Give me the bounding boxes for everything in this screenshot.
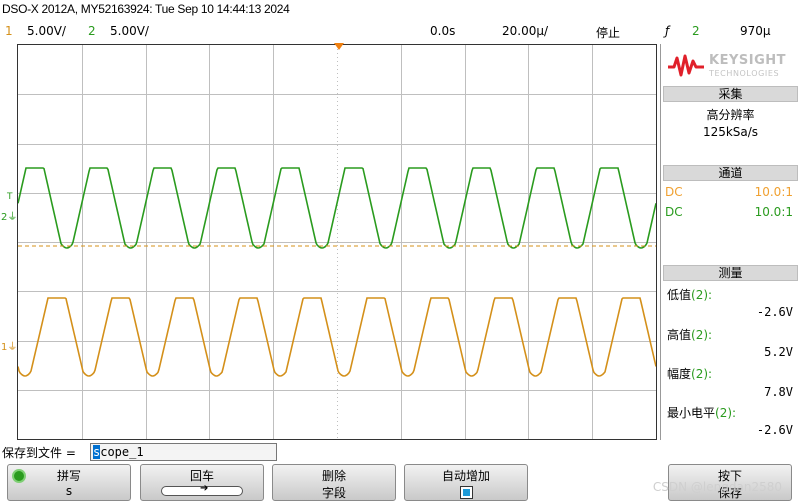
channels-header: 通道 <box>663 165 798 181</box>
keysight-wave-icon <box>668 54 704 77</box>
graticule <box>18 45 656 439</box>
measure-label-minlevel: 最小电平(2): <box>667 406 737 420</box>
acquire-header: 采集 <box>663 86 798 102</box>
ch1-number: 1 <box>5 24 13 38</box>
ch2-scale: 5.00V/ <box>110 24 149 38</box>
trigger-source: 2 <box>692 24 700 38</box>
auto-increment-softkey[interactable]: 自动增加 <box>404 464 528 501</box>
watermark: CSDN @lengdan2580 <box>652 480 782 494</box>
brand-sub: TECHNOLOGIES <box>709 69 780 78</box>
waveform-svg <box>17 45 657 439</box>
ch2-waveform <box>17 167 657 249</box>
run-state: 停止 <box>596 26 621 40</box>
measure-label-min: 低值(2): <box>667 288 713 302</box>
spell-label: 拼写 <box>56 469 81 483</box>
measure-value-min: -2.6V <box>756 305 793 319</box>
ch2-coupling: DC <box>665 205 683 219</box>
ch1-ground-marker[interactable]: 1⏚ <box>1 338 17 353</box>
trigger-edge-icon: ƒ <box>665 24 670 38</box>
side-panel: KEYSIGHT TECHNOLOGIES 采集 高分辨率 125kSa/s 通… <box>660 44 799 440</box>
filename-text: cope_1 <box>100 445 144 459</box>
auto-increment-label: 自动增加 <box>441 469 490 483</box>
delete-label: 删除 <box>321 469 346 483</box>
measure-value-amplitude: 7.8V <box>764 385 793 399</box>
filename-field[interactable]: scope_1 <box>90 443 277 461</box>
save-to-file-label: 保存到文件 = <box>2 446 76 460</box>
trigger-level-marker[interactable]: T <box>7 192 13 202</box>
enter-softkey[interactable]: 回车 ➔ <box>140 464 264 501</box>
measure-label-max: 高值(2): <box>667 328 713 342</box>
acquire-mode: 高分辨率 <box>706 108 755 122</box>
enter-label: 回车 <box>189 469 214 483</box>
spell-softkey[interactable]: 拼写 s <box>7 464 131 501</box>
ch1-probe: 10.0:1 <box>754 185 793 199</box>
spell-value: s <box>65 484 73 498</box>
window-title: DSO-X 2012A, MY52163924: Tue Sep 10 14:4… <box>2 2 290 16</box>
waveform-display[interactable] <box>17 43 657 440</box>
enter-arrow-icon: ➔ <box>161 483 243 496</box>
time-offset: 0.0s <box>430 24 456 38</box>
ch2-probe: 10.0:1 <box>754 205 793 219</box>
ground-icon: ⏚ <box>7 342 18 353</box>
time-scale: 20.00µ/ <box>502 24 549 38</box>
keysight-logo: KEYSIGHT TECHNOLOGIES <box>667 50 795 82</box>
sample-rate: 125kSa/s <box>702 125 759 139</box>
delete-field-softkey[interactable]: 删除 字段 <box>272 464 396 501</box>
measure-value-max: 5.2V <box>764 345 793 359</box>
ground-icon: ⏚ <box>7 212 18 223</box>
trigger-level: 970µ <box>740 24 771 38</box>
auto-increment-checkbox[interactable] <box>460 486 473 499</box>
ch2-ground-marker[interactable]: 2⏚ <box>1 208 17 223</box>
measure-label-amplitude: 幅度(2): <box>667 367 713 381</box>
status-bar: 1 5.00V/ 2 5.00V/ 0.0s 20.00µ/ 停止 ƒ 2 97… <box>0 22 800 42</box>
brand-name: KEYSIGHT <box>709 53 786 68</box>
ch1-coupling: DC <box>665 185 683 199</box>
softkey-bar: 保存到文件 = scope_1 拼写 s 回车 ➔ 删除 字段 自动增加 按下 … <box>0 443 800 503</box>
ch1-scale: 5.00V/ <box>27 24 66 38</box>
measure-header: 测量 <box>663 265 798 281</box>
delete-sublabel: 字段 <box>321 486 346 500</box>
trigger-position-marker <box>334 43 344 50</box>
measure-value-minlevel: -2.6V <box>756 423 793 437</box>
ch2-number: 2 <box>88 24 96 38</box>
